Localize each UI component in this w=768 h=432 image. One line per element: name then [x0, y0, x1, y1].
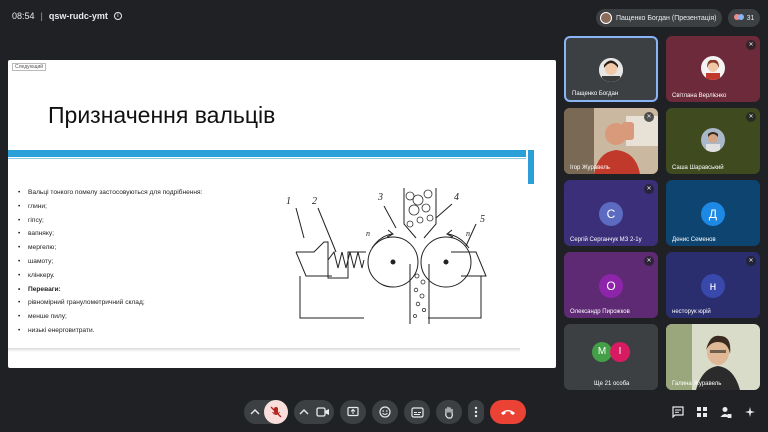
camera-control-group — [294, 400, 334, 424]
separator: | — [40, 11, 43, 21]
diagram-label: 3 — [377, 192, 383, 203]
presenter-label: Пащенко Богдан (Презентація) — [616, 14, 717, 22]
clock-time: 08:54 — [12, 11, 35, 21]
title-divider — [8, 150, 526, 157]
present-icon — [347, 406, 359, 417]
avatar: М — [592, 342, 612, 362]
next-badge: Следующий — [12, 63, 47, 71]
bullet-item: рівномірний гранулометричний склад; — [16, 296, 256, 310]
diagram-label: n — [466, 229, 470, 238]
bullet-item: шамоту; — [16, 255, 256, 269]
chevron-up-icon[interactable] — [250, 405, 260, 419]
participant-name: Пащенко Богдан — [572, 91, 619, 97]
meeting-code: qsw-rudc-ymt — [48, 11, 108, 21]
companion-icon[interactable] — [742, 404, 758, 420]
participant-name: Саша Шаравський — [672, 165, 724, 171]
presentation-slide: Следующий Призначення вальців Вальці тон… — [8, 60, 556, 368]
bullet-heading: Переваги: — [16, 283, 256, 297]
mic-control-group — [244, 400, 288, 424]
mic-off-icon: ✕ — [644, 256, 654, 266]
participant-tile[interactable]: Галина Журавель — [666, 324, 760, 390]
participants-chip[interactable]: 31 — [728, 9, 760, 27]
participant-tile[interactable]: ✕ н несторук юрій — [666, 252, 760, 318]
slide-title: Призначення вальців — [48, 102, 276, 128]
participant-name: Сергій Серганчук МЗ 2-1у — [570, 237, 642, 243]
participant-name: Галина Журавель — [672, 381, 722, 387]
more-participants-tile[interactable]: М І Ще 21 особа — [564, 324, 658, 390]
avatar: О — [599, 274, 623, 298]
host-controls-icon[interactable] — [718, 404, 734, 420]
bullet-item: гіпсу; — [16, 214, 256, 228]
mic-off-icon: ✕ — [746, 256, 756, 266]
participant-tile[interactable]: ✕ Ігор Журавель — [564, 108, 658, 174]
people-icon — [733, 14, 744, 22]
participant-name: Денис Семенов — [672, 237, 716, 243]
diagram-label: 4 — [454, 192, 459, 203]
participant-name: несторук юрій — [672, 309, 711, 315]
mic-off-icon: ✕ — [746, 40, 756, 50]
avatar: С — [599, 202, 623, 226]
mic-off-icon: ✕ — [746, 112, 756, 122]
title-divider-thin — [8, 158, 526, 159]
participant-count: 31 — [746, 14, 755, 22]
avatar — [599, 58, 623, 82]
bullet-item: клінкеру. — [16, 269, 256, 283]
diagram-label: 5 — [480, 214, 485, 225]
bullet-item: Вальці тонкого помелу застосовуються для… — [16, 186, 256, 200]
captions-button[interactable] — [404, 400, 430, 424]
emoji-icon — [379, 406, 391, 418]
emoji-button[interactable] — [372, 400, 398, 424]
activities-icon[interactable] — [694, 404, 710, 420]
raise-hand-button[interactable] — [436, 400, 462, 424]
diagram-label: n — [366, 229, 370, 238]
captions-icon — [410, 406, 424, 418]
slide-shadow — [8, 348, 520, 352]
participant-tile[interactable]: ✕ Світлана Верлієнко — [666, 36, 760, 102]
avatar-group: М І — [592, 342, 632, 362]
avatar — [701, 56, 725, 80]
avatar — [600, 12, 612, 24]
end-call-icon — [501, 410, 515, 415]
participant-tile[interactable]: ✕ Саша Шаравський — [666, 108, 760, 174]
meeting-info: 08:54 | qsw-rudc-ymt i — [12, 11, 122, 21]
bullet-item: вапняку; — [16, 227, 256, 241]
bullet-item: менше пилу; — [16, 310, 256, 324]
mic-off-icon[interactable] — [264, 400, 288, 424]
chevron-up-icon[interactable] — [299, 405, 309, 419]
chat-icon[interactable] — [670, 404, 686, 420]
present-button[interactable] — [340, 400, 366, 424]
participant-tile[interactable]: ✕ С Сергій Серганчук МЗ 2-1у — [564, 180, 658, 246]
mic-off-icon: ✕ — [644, 112, 654, 122]
participant-name: Ще 21 особа — [594, 381, 630, 387]
more-icon — [474, 406, 478, 418]
presenter-chip[interactable]: Пащенко Богдан (Презентація) — [596, 9, 722, 27]
end-call-button[interactable] — [490, 400, 526, 424]
avatar: н — [701, 274, 725, 298]
bullet-item: мергелю; — [16, 241, 256, 255]
divider-accent — [528, 150, 534, 184]
participant-name: Світлана Верлієнко — [672, 93, 727, 99]
control-bar — [0, 396, 768, 428]
participant-name: Ігор Журавель — [570, 165, 611, 171]
avatar: І — [610, 342, 630, 362]
roller-mill-diagram: 1 2 3 4 5 n n — [286, 188, 487, 324]
top-bar: 08:54 | qsw-rudc-ymt i Пащенко Богдан (П… — [0, 0, 768, 34]
mic-off-icon: ✕ — [644, 184, 654, 194]
info-icon[interactable]: i — [113, 12, 122, 20]
participant-tile[interactable]: Пащенко Богдан — [564, 36, 658, 102]
camera-icon[interactable] — [316, 406, 330, 418]
avatar — [701, 128, 725, 152]
bullet-list: Вальці тонкого помелу застосовуються для… — [16, 186, 256, 338]
participant-name: Олександр Пирожков — [570, 309, 630, 315]
participant-tile[interactable]: Д Денис Семенов — [666, 180, 760, 246]
avatar: Д — [701, 202, 725, 226]
bullet-item: низькі енерговитрати. — [16, 324, 256, 338]
raise-hand-icon — [445, 406, 453, 419]
more-options-button[interactable] — [468, 400, 484, 424]
bullet-item: глини; — [16, 200, 256, 214]
participant-tile[interactable]: ✕ О Олександр Пирожков — [564, 252, 658, 318]
diagram-label: 1 — [286, 196, 291, 207]
diagram-label: 2 — [312, 196, 317, 207]
